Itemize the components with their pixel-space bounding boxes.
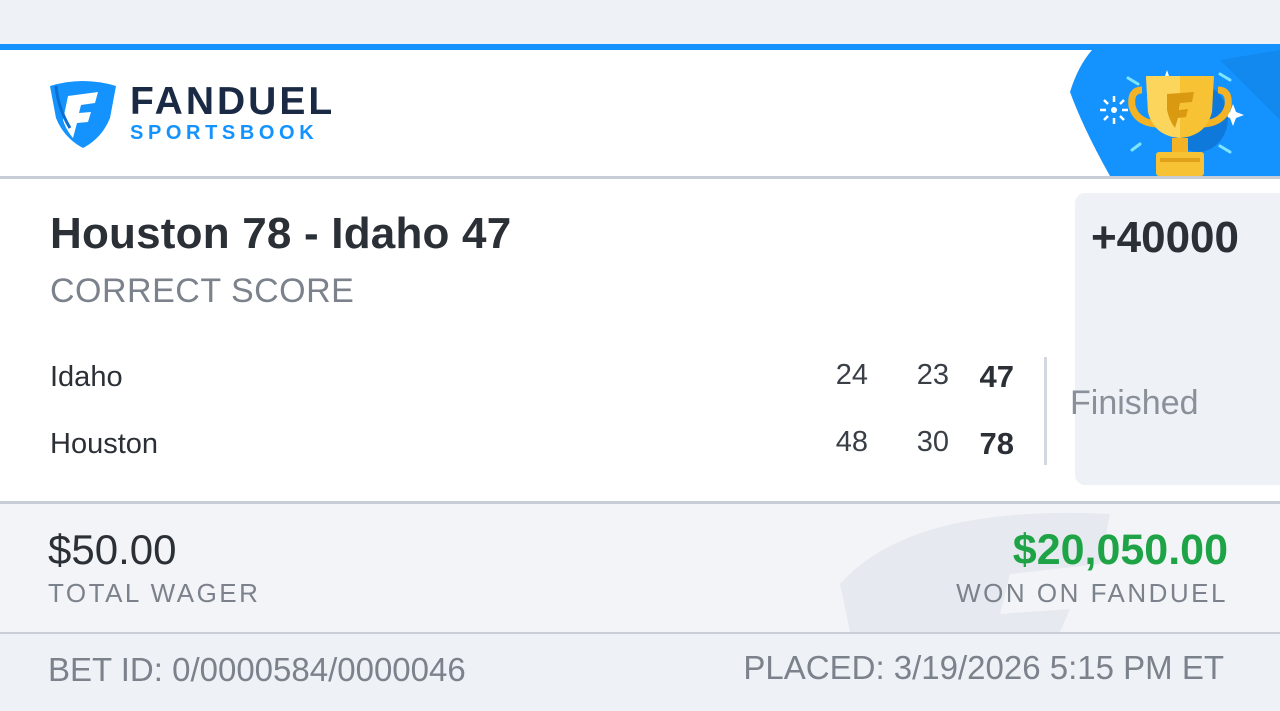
won-label: WON ON FANDUEL: [956, 578, 1228, 608]
receipt-header: FANDUEL SPORTSBOOK: [0, 50, 1280, 176]
score-divider: [1044, 357, 1047, 465]
brand-name: FANDUEL: [130, 80, 336, 123]
total-score: 47: [979, 359, 1014, 394]
team-row: Houston 48 30 78: [0, 424, 1040, 464]
fanduel-shield-icon: [50, 81, 116, 148]
won-amount: $20,050.00: [1012, 526, 1228, 574]
bet-id: BET ID: 0/0000584/0000046: [48, 651, 466, 688]
fanduel-logo: FANDUEL SPORTSBOOK: [46, 78, 335, 150]
brand-subtitle: SPORTSBOOK: [130, 122, 319, 144]
placed-timestamp: PLACED: 3/19/2026 5:15 PM ET: [743, 649, 1224, 686]
period2-score: 30: [916, 426, 949, 458]
period1-score: 48: [835, 426, 868, 458]
period2-score: 23: [916, 359, 949, 391]
top-bar: [0, 0, 1280, 44]
bet-selection: Houston 78 - Idaho 47: [50, 209, 512, 258]
total-wager-label: TOTAL WAGER: [48, 578, 261, 608]
wager-section: $50.00 TOTAL WAGER $20,050.00 WON ON FAN…: [0, 504, 1280, 632]
team-name: Houston: [50, 428, 159, 460]
bet-card: Houston 78 - Idaho 47 CORRECT SCORE +400…: [0, 179, 1280, 501]
total-wager-amount: $50.00: [48, 526, 177, 573]
total-score: 78: [979, 426, 1014, 461]
bet-market: CORRECT SCORE: [50, 272, 355, 310]
team-name: Idaho: [50, 361, 123, 393]
period1-score: 24: [835, 359, 868, 391]
trophy-icon: [1070, 50, 1280, 176]
receipt-footer: BET ID: 0/0000584/0000046 PLACED: 3/19/2…: [0, 634, 1280, 711]
team-row: Idaho 24 23 47: [0, 357, 1040, 397]
game-status: Finished: [1070, 384, 1199, 422]
bet-odds: +40000: [1090, 213, 1239, 262]
bet-receipt: FANDUEL SPORTSBOOK Houston 78 - Idaho 47…: [0, 0, 1280, 711]
